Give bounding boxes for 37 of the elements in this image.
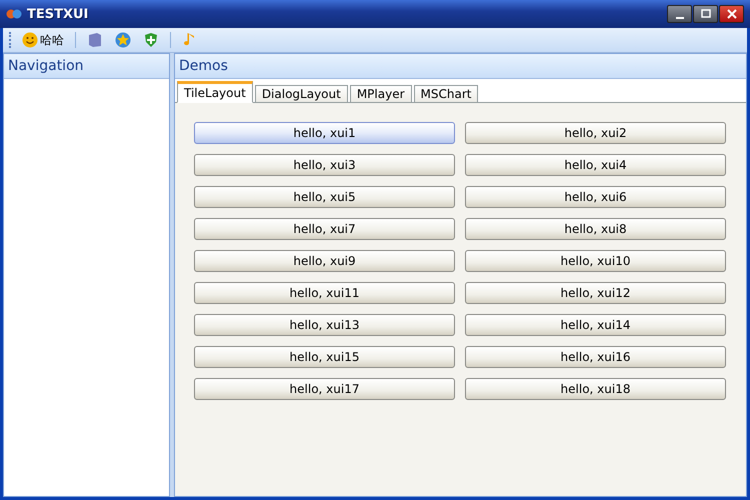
hello-button[interactable]: hello, xui2 [465, 122, 726, 144]
hello-button[interactable]: hello, xui8 [465, 218, 726, 240]
hello-button[interactable]: hello, xui15 [194, 346, 455, 368]
shield-icon [143, 32, 159, 48]
hello-button[interactable]: hello, xui6 [465, 186, 726, 208]
maximize-button[interactable] [693, 5, 718, 23]
hello-button[interactable]: hello, xui17 [194, 378, 455, 400]
hello-button[interactable]: hello, xui11 [194, 282, 455, 304]
close-button[interactable] [719, 5, 744, 23]
panel-title: Navigation [4, 54, 169, 79]
hello-button[interactable]: hello, xui5 [194, 186, 455, 208]
smiley-icon [22, 32, 38, 48]
toolbar-grip[interactable] [9, 32, 13, 48]
hello-button[interactable]: hello, xui12 [465, 282, 726, 304]
tab[interactable]: MPlayer [350, 85, 412, 103]
panel-title: Demos [175, 54, 746, 79]
tab[interactable]: DialogLayout [254, 85, 348, 103]
hello-button[interactable]: hello, xui18 [465, 378, 726, 400]
close-icon [726, 9, 736, 19]
hello-button[interactable]: hello, xui4 [465, 154, 726, 176]
hello-button[interactable]: hello, xui13 [194, 314, 455, 336]
hello-button[interactable]: hello, xui9 [194, 250, 455, 272]
hello-button[interactable]: hello, xui1 [194, 122, 455, 144]
minimize-icon [676, 17, 684, 19]
maximize-icon [700, 9, 710, 19]
toolbar-button[interactable]: 哈哈 [19, 30, 67, 50]
star-globe-icon [115, 32, 131, 48]
hello-button[interactable]: hello, xui3 [194, 154, 455, 176]
tab[interactable]: TileLayout [177, 81, 253, 103]
hello-button[interactable]: hello, xui7 [194, 218, 455, 240]
tab[interactable]: MSChart [414, 85, 478, 103]
app-logo-icon [6, 8, 22, 20]
hello-button[interactable]: hello, xui16 [465, 346, 726, 368]
window-title: TESTXUI [27, 6, 88, 22]
hello-button[interactable]: hello, xui10 [465, 250, 726, 272]
hello-button[interactable]: hello, xui14 [465, 314, 726, 336]
minimize-button[interactable] [667, 5, 692, 23]
